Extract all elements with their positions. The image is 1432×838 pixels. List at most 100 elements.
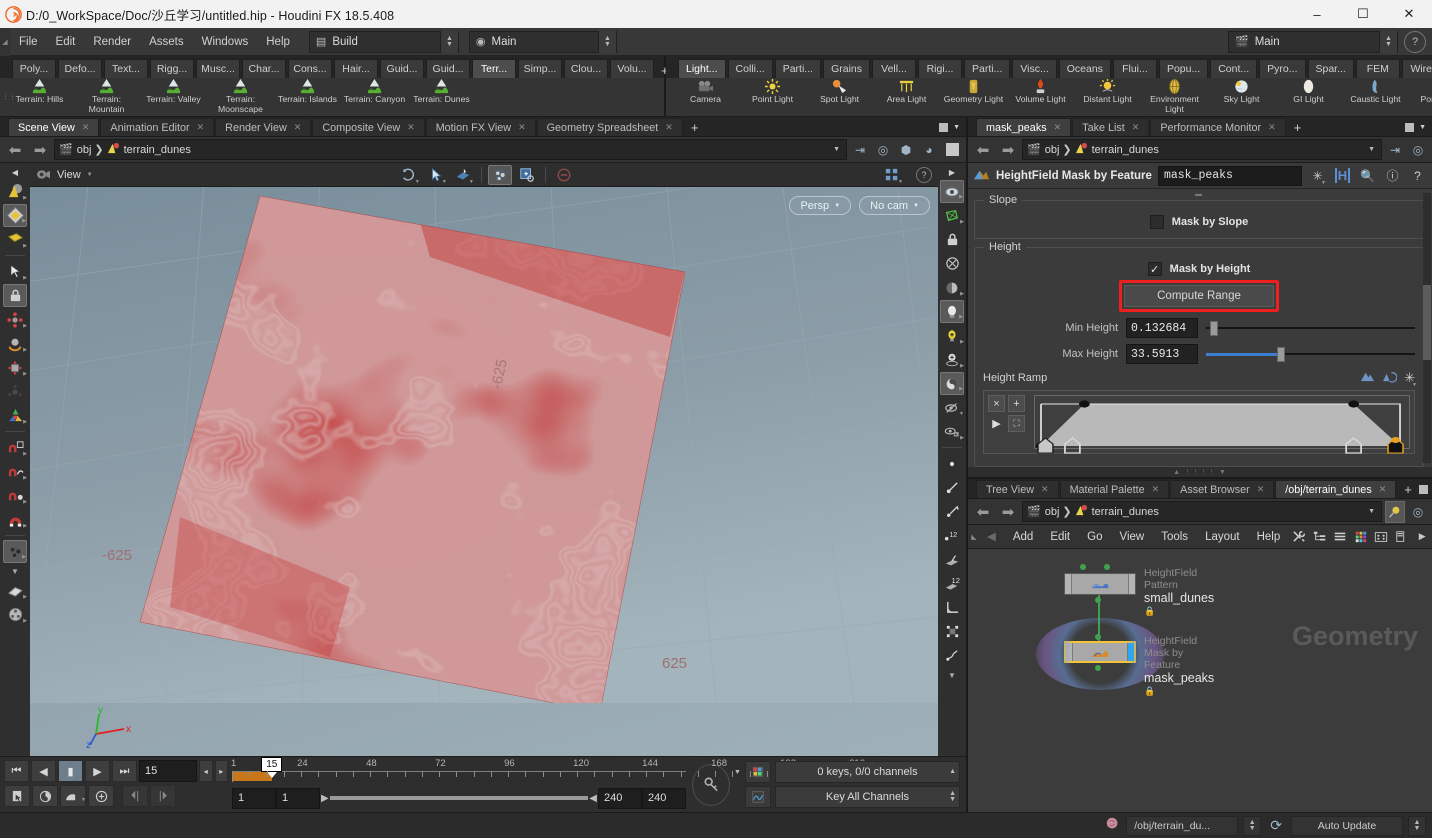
display-options-icon[interactable]	[487, 164, 512, 185]
curve-display-icon[interactable]	[940, 644, 964, 667]
terrain-tool-3[interactable]: Terrain: Moonscape	[207, 78, 274, 116]
handle-lock-icon[interactable]	[3, 284, 27, 307]
shelf-right-tab-6[interactable]: Parti...	[964, 59, 1011, 78]
point-display-icon[interactable]	[940, 452, 964, 475]
param-scrollbar-thumb[interactable]	[1423, 284, 1431, 361]
snap-magnet-icon[interactable]: ▶	[3, 508, 27, 531]
param-crumb-obj[interactable]: 🎬 obj	[1027, 143, 1059, 157]
primitive-normal-icon[interactable]	[940, 548, 964, 571]
min-height-slider[interactable]	[1206, 318, 1415, 338]
terrain-tool-4[interactable]: Terrain: Islands	[274, 78, 341, 116]
lights-tool-4[interactable]: Geometry Light	[940, 78, 1007, 116]
ramp-delete-point-button[interactable]: ×	[988, 395, 1005, 412]
pick-tool-icon[interactable]: ▼	[424, 165, 448, 185]
param-tab-1[interactable]: Take List ✕	[1072, 118, 1150, 136]
play-button[interactable]: ▶	[85, 760, 110, 782]
scene-tab-0[interactable]: Scene View ✕	[8, 118, 100, 136]
film-tool-icon[interactable]: ▶	[3, 603, 27, 626]
shelf-right-tab-10[interactable]: Popu...	[1158, 59, 1209, 78]
ramp-handles[interactable]	[1035, 436, 1409, 454]
scale-tool-icon[interactable]: ▶	[3, 356, 27, 379]
network-menu-edit[interactable]: Edit	[1042, 525, 1078, 549]
shelf-right-tab-12[interactable]: Pyro...	[1259, 59, 1306, 78]
network-layout-icon[interactable]	[1392, 525, 1412, 549]
scope-button[interactable]	[88, 785, 114, 807]
lights-tool-1[interactable]: Point Light	[739, 78, 806, 116]
key-button[interactable]	[692, 763, 730, 806]
range-right-handle-icon[interactable]: ◀	[589, 793, 597, 804]
graph-editor-icon[interactable]	[744, 786, 771, 808]
view-help-icon[interactable]: ?	[915, 166, 932, 183]
timeline-ruler-area[interactable]: 15 124487296120144168192216 1 1 ▶ ◀ 240 …	[231, 757, 923, 812]
shelf-left-tab-1[interactable]: Defo...	[58, 59, 102, 78]
net-bookmark-icon[interactable]	[1385, 500, 1405, 523]
ghost-display-icon[interactable]: ▶	[940, 276, 964, 299]
maximize-button[interactable]: ☐	[1340, 0, 1386, 28]
refresh-icon[interactable]: ⟳	[1266, 817, 1286, 834]
height-ramp-editor[interactable]: × + ▶ ⛶	[983, 390, 1415, 454]
lights-tool-9[interactable]: GI Light	[1275, 78, 1342, 116]
net-crumb-terrain[interactable]: terrain_dunes	[1075, 504, 1159, 520]
range-start-field[interactable]: 1	[232, 787, 276, 809]
network-hierarchy-icon[interactable]	[1310, 525, 1330, 549]
net-back-arrow-icon[interactable]: ⬅	[972, 501, 994, 523]
network-node-mask-peaks[interactable]: HeightField Mask by Feature mask_peaks 🔒	[1036, 618, 1214, 696]
snapshot-tool-icon[interactable]: ▼	[451, 165, 475, 185]
network-snapshot-icon[interactable]	[1371, 525, 1391, 549]
scene-tab-close-icon-4[interactable]: ✕	[518, 122, 526, 133]
build-spinner[interactable]: ▲ ▼	[439, 30, 458, 53]
scene-tab-close-icon-3[interactable]: ✕	[407, 122, 415, 133]
lights-tool-11[interactable]: Portal Light	[1409, 78, 1432, 116]
shelf-right-tab-2[interactable]: Parti...	[774, 59, 822, 78]
gear-icon[interactable]: ✳ ▼	[1308, 166, 1327, 186]
crumb-terrain-dunes[interactable]: terrain_dunes	[107, 142, 191, 158]
scene-tab-4[interactable]: Motion FX View ✕	[425, 118, 536, 136]
menu-file[interactable]: File	[10, 28, 47, 56]
scene-tab-3[interactable]: Composite View ✕	[312, 118, 425, 136]
terrain-tool-2[interactable]: Terrain: Valley	[140, 78, 207, 116]
shelf-right-tab-14[interactable]: FEM	[1355, 59, 1400, 78]
range-scrollbar[interactable]	[329, 796, 589, 800]
persp-button[interactable]: Persp ▼	[789, 196, 852, 215]
lights-tool-3[interactable]: Area Light	[873, 78, 940, 116]
shelf-left-tab-2[interactable]: Text...	[104, 59, 148, 78]
net-target-icon[interactable]: ◎	[1408, 501, 1428, 523]
snap-point-icon[interactable]: ▶	[3, 484, 27, 507]
select-arrow-icon[interactable]: ▶	[3, 260, 27, 283]
step-forward-button[interactable]: ▸	[214, 760, 228, 782]
polygon-tool-icon[interactable]: ▶	[3, 204, 27, 227]
point-number-icon[interactable]: 12	[940, 524, 964, 547]
network-list-icon[interactable]	[1330, 525, 1350, 549]
simulation-button[interactable]: ▼	[60, 785, 86, 807]
playhead[interactable]: 15	[261, 757, 283, 778]
shelf-left-tab-9[interactable]: Guid...	[426, 59, 470, 78]
menu-windows[interactable]: Windows	[193, 28, 258, 56]
param-help-icon[interactable]: ?	[1408, 166, 1427, 186]
network-tab-0[interactable]: Tree View ✕	[976, 480, 1059, 498]
pane-menu-chevron-icon[interactable]: ▼	[953, 124, 960, 131]
expand-right-toolbar-icon[interactable]: ▶	[940, 165, 964, 179]
key-dropdown-icon[interactable]: ▼	[734, 769, 741, 776]
lights-tool-10[interactable]: Caustic Light	[1342, 78, 1409, 116]
jump-start-button[interactable]: ⏮	[4, 760, 29, 782]
view-snapshot-icon[interactable]: ▶	[940, 420, 964, 443]
net-crumb-obj[interactable]: 🎬 obj	[1027, 505, 1059, 519]
scene-add-tab-icon[interactable]: +	[684, 118, 706, 136]
current-frame-field[interactable]: 15	[139, 760, 197, 782]
network-tab-close-icon-0[interactable]: ✕	[1041, 484, 1049, 495]
network-menu-tools[interactable]: Tools	[1153, 525, 1196, 549]
shelf-right-tab-1[interactable]: Colli...	[727, 59, 773, 78]
volume-tool-icon[interactable]: ▶	[3, 228, 27, 251]
node2-input-port[interactable]	[1095, 634, 1101, 640]
zoom-region-icon[interactable]	[515, 165, 539, 185]
range-start2-field[interactable]: 1	[276, 787, 320, 809]
houdini-h-icon[interactable]: H	[1333, 166, 1352, 186]
set-range-start-button[interactable]: ⏴|	[122, 785, 148, 807]
search-icon[interactable]: 🔍	[1358, 166, 1377, 186]
shelf-right-tab-0[interactable]: Light...	[678, 59, 726, 78]
no-display-icon[interactable]	[552, 165, 576, 185]
info-icon[interactable]: ⓘ	[1383, 166, 1402, 186]
network-tab-close-icon-3[interactable]: ✕	[1379, 484, 1387, 495]
param-tab-2[interactable]: Performance Monitor ✕	[1150, 118, 1286, 136]
param-add-tab-icon[interactable]: +	[1287, 118, 1309, 136]
